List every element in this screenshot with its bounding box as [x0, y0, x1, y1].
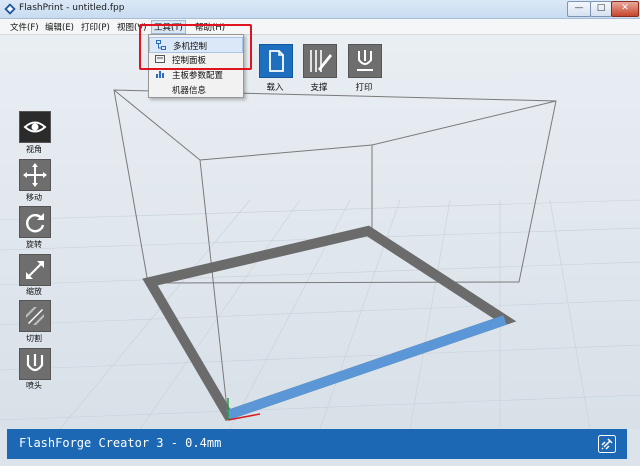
scale-label: 缩放 [26, 287, 42, 296]
printer-status-text: FlashForge Creator 3 - 0.4mm [19, 436, 222, 450]
floor-grid [0, 199, 640, 429]
flashprint-logo-icon [4, 3, 16, 15]
move-tool[interactable] [19, 159, 51, 191]
rotate-icon [26, 213, 45, 233]
support-button[interactable] [303, 44, 337, 78]
highlight-annotation [139, 24, 252, 70]
machine-info-label: 机器信息 [172, 86, 207, 96]
menu-edit[interactable]: 编辑(E) [45, 21, 74, 33]
build-plate [142, 225, 517, 422]
menu-file[interactable]: 文件(F) [10, 21, 39, 33]
scale-icon [26, 261, 44, 279]
scale-tool[interactable] [19, 254, 51, 286]
rotate-label: 旋转 [26, 240, 42, 249]
support-icon [310, 50, 332, 72]
link-icon[interactable] [598, 435, 616, 453]
window-title: FlashPrint - untitled.fpp [19, 3, 125, 13]
nozzle-label: 喷头 [26, 381, 42, 390]
move-label: 移动 [26, 193, 42, 202]
build-plate-front-edge [226, 315, 507, 420]
maximize-button[interactable]: □ [590, 1, 612, 17]
load-button[interactable] [259, 44, 293, 78]
rotate-tool[interactable] [19, 206, 51, 238]
support-label: 支撑 [310, 83, 328, 93]
build-volume-scene [0, 89, 640, 429]
close-button[interactable]: ✕ [611, 1, 639, 17]
menu-item-machine-info[interactable]: 机器信息 [149, 82, 243, 96]
move-icon [23, 163, 47, 187]
build-volume-frame [113, 89, 557, 419]
status-bar: FlashForge Creator 3 - 0.4mm [7, 429, 627, 459]
cut-tool[interactable] [19, 300, 51, 332]
nozzle-icon [26, 354, 44, 372]
cut-label: 切割 [26, 334, 42, 343]
load-file-icon [269, 50, 284, 72]
view-angle-label: 视角 [26, 145, 42, 154]
cut-icon [26, 307, 44, 325]
view-angle-tool[interactable] [19, 111, 51, 143]
menu-print[interactable]: 打印(P) [81, 21, 110, 33]
print-icon [357, 50, 373, 71]
3d-viewport[interactable] [0, 35, 640, 429]
title-bar: FlashPrint - untitled.fpp — □ ✕ [0, 0, 640, 19]
eye-icon [23, 121, 47, 133]
minimize-button[interactable]: — [567, 1, 591, 17]
load-label: 载入 [266, 83, 284, 93]
menu-bar: 文件(F) 编辑(E) 打印(P) 视图(V) 工具(T) 帮助(H) [0, 19, 640, 35]
nozzle-tool[interactable] [19, 348, 51, 380]
chart-icon [156, 71, 164, 78]
print-button[interactable] [348, 44, 382, 78]
board-config-label: 主板参数配置 [172, 71, 224, 81]
print-label: 打印 [355, 83, 373, 93]
